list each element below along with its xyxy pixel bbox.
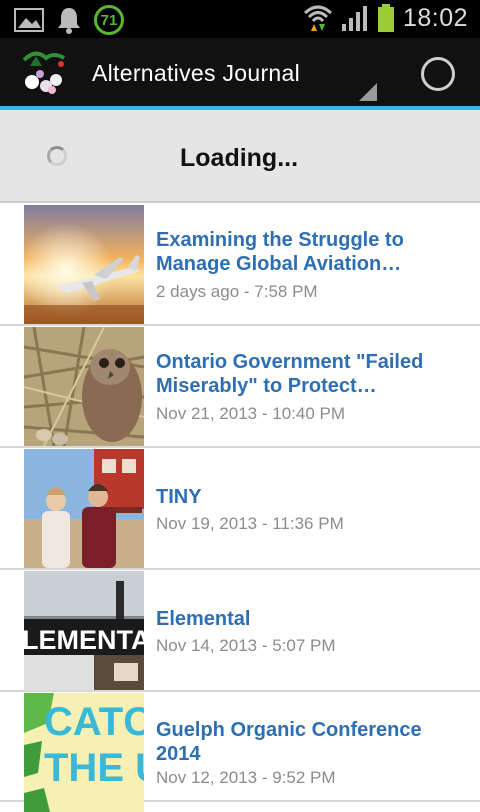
- list-item[interactable]: CATC THE U Guelph Organic Conference 201…: [0, 692, 480, 812]
- wifi-icon: [303, 5, 332, 31]
- loading-spinner-icon: [47, 146, 67, 166]
- article-thumbnail: [24, 205, 144, 324]
- bell-icon: [58, 8, 80, 34]
- battery-icon: [377, 4, 394, 32]
- article-title[interactable]: TINY: [156, 485, 466, 509]
- status-clock: 18:02: [402, 3, 468, 32]
- article-title[interactable]: Ontario Government "Failed Miserably" to…: [156, 350, 466, 398]
- notification-count: 71: [100, 11, 118, 29]
- article-thumbnail: [24, 449, 144, 568]
- article-thumbnail: LEMENTA: [24, 571, 144, 690]
- article-title[interactable]: Guelph Organic Conference 2014: [156, 718, 466, 766]
- list-item[interactable]: Ontario Government "Failed Miserably" to…: [0, 326, 480, 448]
- thumbnail-text: THE U: [44, 746, 144, 790]
- article-thumbnail: [24, 327, 144, 446]
- article-title[interactable]: Elemental: [156, 607, 466, 631]
- dropdown-indicator-icon[interactable]: [359, 83, 377, 101]
- thumbnail-text: LEMENTA: [24, 625, 144, 655]
- app-logo-icon[interactable]: [16, 44, 72, 100]
- loading-banner: Loading...: [0, 110, 480, 203]
- thumbnail-text: CATC: [44, 700, 144, 744]
- app-title[interactable]: Alternatives Journal: [92, 60, 300, 87]
- status-bar: 71 18:02: [0, 0, 480, 38]
- article-date: Nov 21, 2013 - 10:40 PM: [156, 404, 346, 423]
- article-date: Nov 12, 2013 - 9:52 PM: [156, 768, 336, 787]
- list-item[interactable]: LEMENTA Elemental Nov 14, 2013 - 5:07 PM: [0, 570, 480, 692]
- article-date: 2 days ago - 7:58 PM: [156, 282, 318, 301]
- article-date: Nov 19, 2013 - 11:36 PM: [156, 514, 344, 533]
- article-thumbnail: CATC THE U: [24, 693, 144, 812]
- refresh-icon[interactable]: [421, 57, 455, 91]
- signal-icon: [341, 6, 367, 31]
- image-icon: [14, 8, 44, 32]
- action-bar: Alternatives Journal: [0, 38, 480, 106]
- loading-text: Loading...: [180, 144, 299, 172]
- list-item[interactable]: TINY Nov 19, 2013 - 11:36 PM: [0, 448, 480, 570]
- article-date: Nov 14, 2013 - 5:07 PM: [156, 636, 336, 655]
- article-title[interactable]: Examining the Struggle to Manage Global …: [156, 228, 466, 276]
- article-list: Examining the Struggle to Manage Global …: [0, 204, 480, 812]
- counter-badge-icon: 71: [94, 5, 124, 35]
- list-item[interactable]: Examining the Struggle to Manage Global …: [0, 204, 480, 326]
